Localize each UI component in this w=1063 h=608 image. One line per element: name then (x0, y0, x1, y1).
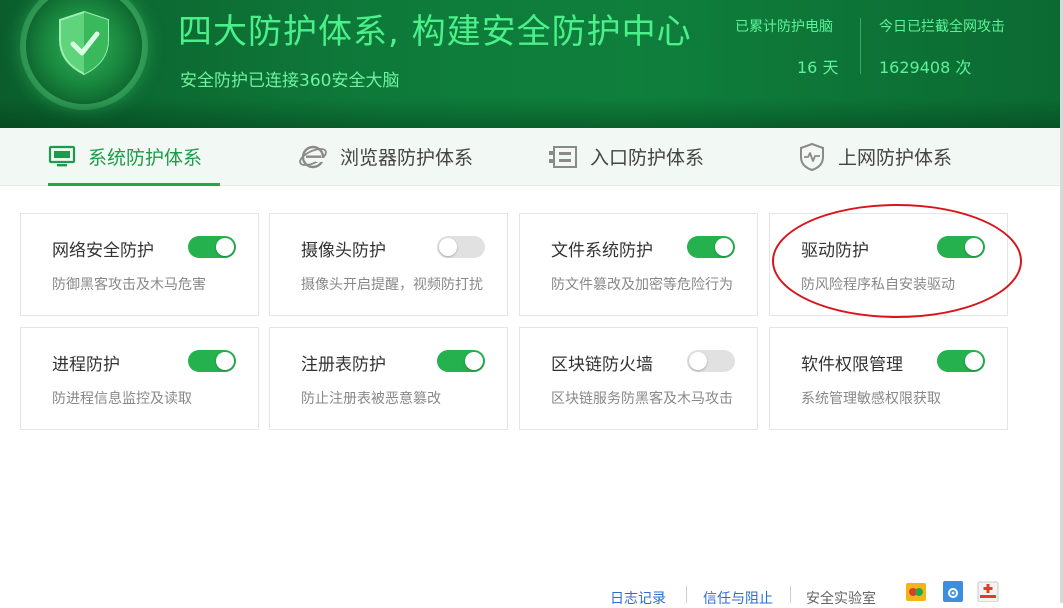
stat-blocked-attacks: 今日已拦截全网攻击 1629408 次 (879, 16, 1005, 77)
security-lab-link[interactable]: 安全实验室 (806, 588, 876, 608)
tab-browser-protection[interactable]: 浏览器防护体系 (298, 128, 473, 185)
card-network-security: 网络安全防护 防御黑客攻击及木马危害 (20, 213, 259, 316)
monitor-icon (48, 145, 76, 166)
camera-protection-toggle[interactable] (437, 236, 485, 258)
card-description: 防御黑客攻击及木马危害 (52, 277, 206, 293)
card-title: 进程防护 (52, 355, 120, 375)
card-driver-protection: 驱动防护 防风险程序私自安装驱动 (769, 213, 1008, 316)
card-description: 摄像头开启提醒，视频防打扰 (301, 277, 483, 293)
toggle-knob (965, 238, 983, 256)
blockchain-firewall-toggle[interactable] (687, 350, 735, 372)
trust-block-link[interactable]: 信任与阻止 (703, 588, 773, 608)
file-system-protection-toggle[interactable] (687, 236, 735, 258)
stat-protected-days: 已累计防护电脑 16 天 (735, 16, 838, 77)
tab-entry-protection[interactable]: 入口防护体系 (548, 128, 704, 185)
toggle-knob (715, 238, 733, 256)
card-software-permission: 软件权限管理 系统管理敏感权限获取 (769, 327, 1008, 430)
card-title: 区块链防火墙 (551, 355, 653, 375)
registry-protection-toggle[interactable] (437, 350, 485, 372)
toggle-knob (439, 238, 457, 256)
card-description: 系统管理敏感权限获取 (801, 391, 941, 407)
stat-value: 16 天 (797, 58, 839, 77)
stat-divider (860, 18, 861, 74)
card-title: 软件权限管理 (801, 355, 903, 375)
card-file-system-protection: 文件系统防护 防文件篡改及加密等危险行为 (519, 213, 758, 316)
card-camera-protection: 摄像头防护 摄像头开启提醒，视频防打扰 (269, 213, 508, 316)
software-permission-toggle[interactable] (937, 350, 985, 372)
tab-label: 上网防护体系 (838, 147, 953, 169)
tab-label: 入口防护体系 (590, 147, 705, 169)
tab-internet-protection[interactable]: 上网防护体系 (798, 128, 952, 185)
driver-protection-toggle[interactable] (937, 236, 985, 258)
page-subtitle: 安全防护已连接360安全大脑 (180, 71, 400, 91)
card-description: 区块链服务防黑客及木马攻击 (551, 391, 733, 407)
stat-value: 1629408 次 (879, 58, 972, 77)
tab-label: 浏览器防护体系 (340, 147, 474, 169)
network-security-toggle[interactable] (188, 236, 236, 258)
tab-label: 系统防护体系 (88, 147, 203, 169)
page-title: 四大防护体系, 构建安全防护中心 (178, 12, 692, 52)
tab-system-protection[interactable]: 系统防护体系 (48, 128, 221, 186)
shield-logo (26, 0, 142, 104)
toolbox-app-icon[interactable] (905, 580, 927, 602)
process-protection-toggle[interactable] (188, 350, 236, 372)
settings-app-icon[interactable] (942, 580, 964, 602)
card-title: 文件系统防护 (551, 241, 653, 261)
card-description: 防风险程序私自安装驱动 (801, 277, 955, 293)
shield-icon (59, 10, 109, 76)
card-description: 防文件篡改及加密等危险行为 (551, 277, 733, 293)
toggle-knob (216, 238, 234, 256)
footer-divider (686, 586, 687, 603)
footer-divider (790, 586, 791, 603)
toggle-knob (465, 352, 483, 370)
toggle-knob (965, 352, 983, 370)
medical-kit-icon[interactable] (977, 580, 999, 602)
shield-pulse-icon (800, 142, 824, 171)
card-title: 网络安全防护 (52, 241, 154, 261)
active-tab-indicator (48, 183, 221, 186)
stat-label: 已累计防护电脑 (735, 19, 833, 35)
toggle-knob (689, 352, 707, 370)
log-records-link[interactable]: 日志记录 (610, 588, 666, 608)
entry-icon (549, 145, 577, 168)
card-process-protection: 进程防护 防进程信息监控及读取 (20, 327, 259, 430)
card-title: 驱动防护 (801, 241, 869, 261)
card-description: 防进程信息监控及读取 (52, 391, 192, 407)
ie-browser-icon (299, 145, 327, 168)
toggle-knob (216, 352, 234, 370)
protection-tabs: 系统防护体系 浏览器防护体系 入口防护体系 上网防护体系 (0, 128, 1060, 186)
stat-label: 今日已拦截全网攻击 (879, 19, 1005, 35)
card-blockchain-firewall: 区块链防火墙 区块链服务防黑客及木马攻击 (519, 327, 758, 430)
card-description: 防止注册表被恶意篡改 (301, 391, 441, 407)
header-banner: 四大防护体系, 构建安全防护中心 安全防护已连接360安全大脑 已累计防护电脑 … (0, 0, 1060, 128)
card-title: 摄像头防护 (301, 241, 386, 261)
card-registry-protection: 注册表防护 防止注册表被恶意篡改 (269, 327, 508, 430)
card-title: 注册表防护 (301, 355, 386, 375)
